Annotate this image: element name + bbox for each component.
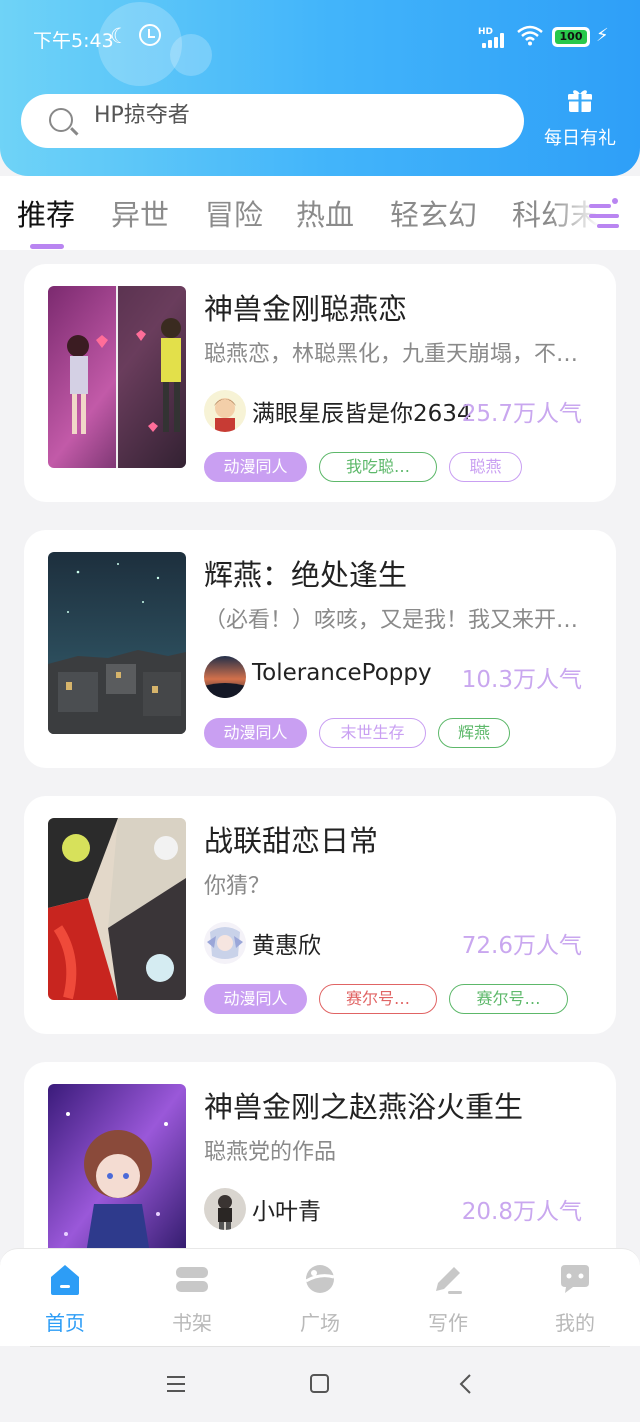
home-icon [51,1265,79,1295]
tag[interactable]: 我吃聪… [319,452,437,482]
bookshelf-icon [176,1267,208,1292]
author-name: TolerancePoppy [252,660,432,686]
popularity-count: 10.3万人气 [461,667,582,693]
tab-other-world[interactable]: 异世 [111,192,169,234]
author-avatar [204,922,246,964]
popularity-count: 25.7万人气 [461,401,582,427]
book-cover [48,1084,186,1266]
author-name: 满眼星辰皆是你2634 [252,401,472,427]
tab-adventure[interactable]: 冒险 [205,192,263,234]
planet-icon [305,1265,335,1293]
chat-bubble-icon [561,1265,589,1293]
search-icon [49,108,73,132]
tag[interactable]: 辉燕 [438,718,510,748]
tag[interactable]: 动漫同人 [204,452,307,482]
nav-label: 首页 [45,1311,85,1335]
tag[interactable]: 赛尔号… [449,984,568,1014]
author-avatar [204,1188,246,1230]
author-name: 小叶青 [252,1199,321,1225]
book-cover [48,286,186,468]
book-cover [48,552,186,734]
book-title: 神兽金刚之赵燕浴火重生 [204,1090,524,1124]
bottom-navigation: 首页 书架 广场 写作 我的 [0,1248,640,1346]
tab-light-fantasy[interactable]: 轻玄幻 [390,192,477,234]
nav-write[interactable]: 写作 [408,1261,488,1336]
popularity-count: 72.6万人气 [461,933,582,959]
back-icon[interactable] [455,1374,479,1394]
search-bar[interactable]: HP掠夺者 [21,94,524,148]
recent-apps-icon[interactable] [165,1374,189,1394]
nav-label: 广场 [300,1311,340,1335]
book-card[interactable]: 战联甜恋日常 你猜？ 黄惠欣 72.6万人气 动漫同人 赛尔号… 赛尔号… [24,796,616,1034]
book-description: （必看！）咳咳，又是我！我又来开新书了 [204,608,596,633]
alarm-icon [139,24,161,46]
tag[interactable]: 末世生存 [319,718,426,748]
pen-icon [436,1267,462,1294]
active-tab-indicator [30,244,64,249]
author-avatar [204,656,246,698]
charging-icon: ⚡ [596,25,609,46]
book-description: 你猜？ [204,874,271,899]
status-time: 下午5:43 [33,30,114,52]
category-tabs: 推荐 异世 冒险 热血 轻玄幻 科幻末 [0,176,640,250]
book-card[interactable]: 辉燕：绝处逢生 （必看！）咳咳，又是我！我又来开新书了 TolerancePop… [24,530,616,768]
gift-icon [568,90,592,112]
menu-icon[interactable] [589,204,619,230]
book-description: 聪燕党的作品 [204,1140,337,1165]
tab-recommend[interactable]: 推荐 [17,192,75,234]
book-card[interactable]: 神兽金刚聪燕恋 聪燕恋，林聪黑化，九重天崩塌，不准抄袭 满眼星辰皆是你2634 … [24,264,616,502]
signal-icon [482,32,508,48]
search-placeholder: HP掠夺者 [94,103,190,128]
author-avatar [204,390,246,432]
nav-me[interactable]: 我的 [535,1261,615,1336]
author-name: 黄惠欣 [252,933,321,959]
book-description: 聪燕恋，林聪黑化，九重天崩塌，不准抄袭 [204,342,596,367]
tag[interactable]: 聪燕 [449,452,522,482]
system-navigation-bar [0,1346,640,1422]
nav-bookshelf[interactable]: 书架 [152,1261,232,1336]
tag[interactable]: 动漫同人 [204,718,307,748]
book-title: 辉燕：绝处逢生 [204,558,408,592]
battery-icon: 100 [552,27,590,47]
tab-hot-blood[interactable]: 热血 [296,192,354,234]
home-button-icon[interactable] [308,1374,332,1394]
tag[interactable]: 动漫同人 [204,984,307,1014]
daily-gift-label: 每日有礼 [544,128,616,149]
nav-plaza[interactable]: 广场 [280,1261,360,1336]
book-cover [48,818,186,1000]
tag[interactable]: 赛尔号… [319,984,437,1014]
status-bar: 下午5:43 ☾ HD 100 ⚡ [0,20,640,56]
nav-label: 书架 [172,1311,212,1335]
nav-label: 我的 [555,1311,595,1335]
notification-dot [612,198,618,204]
nav-home[interactable]: 首页 [25,1261,105,1336]
book-title: 战联甜恋日常 [204,824,379,858]
battery-level: 100 [555,30,587,44]
popularity-count: 20.8万人气 [461,1199,582,1225]
nav-label: 写作 [428,1311,468,1335]
divider [30,1346,610,1347]
wifi-icon [517,25,543,46]
daily-gift-button[interactable]: 每日有礼 [540,88,620,154]
book-title: 神兽金刚聪燕恋 [204,292,408,326]
app-header: 下午5:43 ☾ HD 100 ⚡ HP掠夺者 每日有礼 [0,0,640,176]
moon-icon: ☾ [110,24,129,48]
